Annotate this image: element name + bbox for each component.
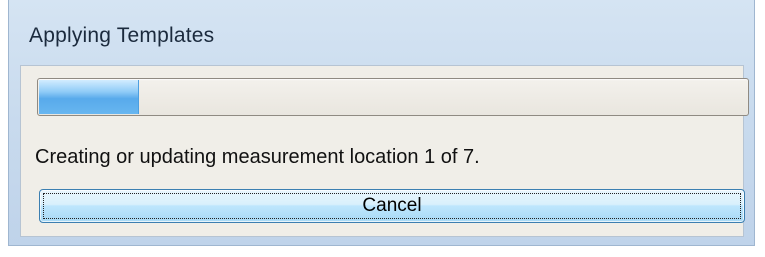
cancel-button[interactable]: Cancel (39, 189, 745, 223)
progress-bar-fill (39, 80, 139, 114)
dialog-title: Applying Templates (29, 24, 215, 47)
dialog-content: Creating or updating measurement locatio… (20, 65, 749, 237)
background-strip (0, 246, 765, 257)
progress-bar (37, 78, 749, 116)
status-message: Creating or updating measurement locatio… (35, 146, 480, 168)
applying-templates-dialog: Applying Templates Creating or updating … (8, 0, 755, 246)
cancel-button-label: Cancel (362, 195, 422, 216)
